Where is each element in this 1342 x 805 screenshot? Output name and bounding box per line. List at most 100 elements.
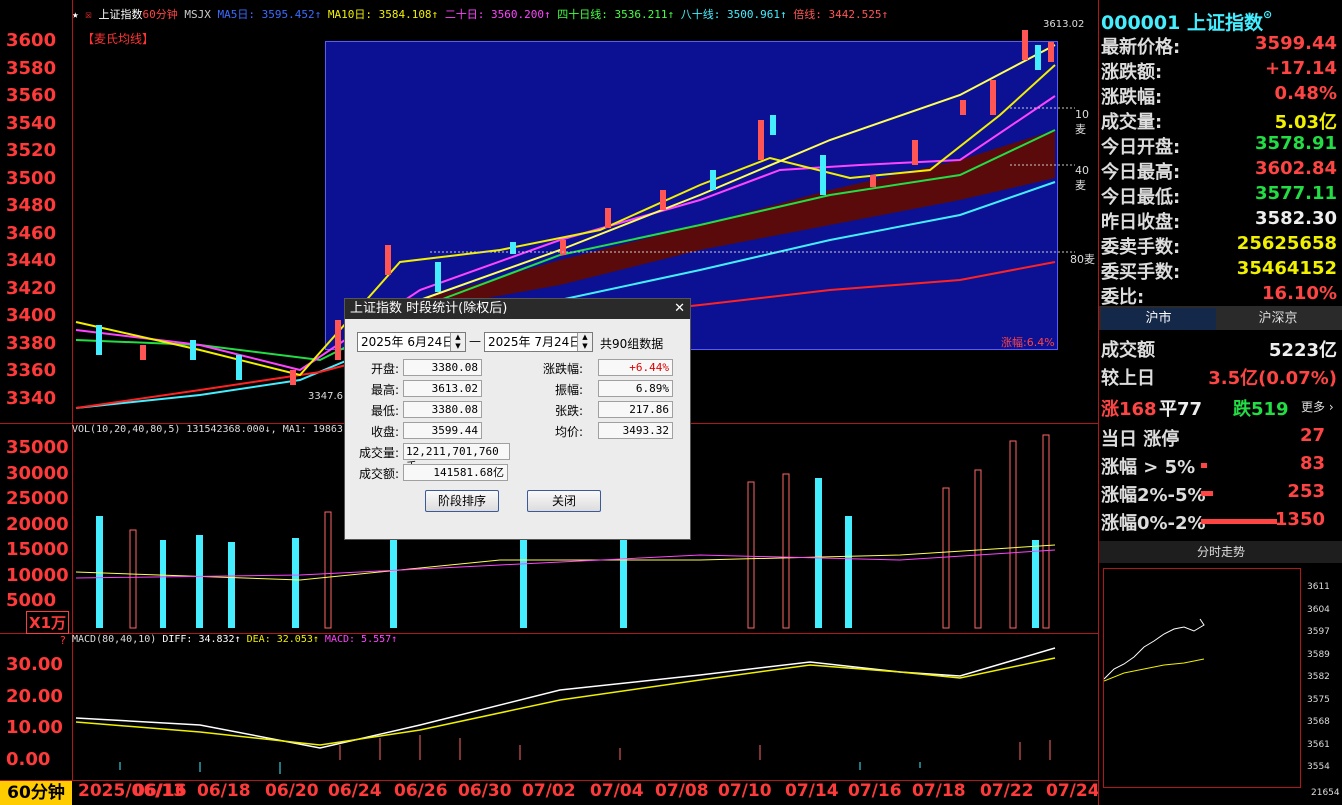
quote-sidebar: 000001 上证指数⊙ 最新价格: 3599.44 涨跌额: +17.14 涨跌幅: 0…: [1098, 0, 1342, 805]
x-axis-tick: 06/20: [265, 781, 319, 801]
period-badge[interactable]: 60分钟: [0, 781, 72, 805]
volume-unit: X1万: [26, 611, 70, 634]
quote-label: 涨跌幅:: [1101, 87, 1163, 108]
quote-row: 今日开盘: 3578.91: [1101, 133, 1337, 158]
sidebar-title: 000001 上证指数⊙: [1101, 8, 1272, 35]
macd-y-tick: 10.00: [6, 717, 63, 738]
date-from-field[interactable]: 2025年 6月24日 ▲ ▼: [357, 332, 466, 352]
quote-row: 涨跌幅: 0.48%: [1101, 83, 1337, 108]
tab-all-markets[interactable]: 沪深京: [1219, 308, 1337, 330]
stat-value: 217.86: [598, 401, 673, 418]
breadth-summary: 涨1684 平77 跌519 更多 ›: [1101, 395, 1337, 420]
breadth-label: 涨幅 > 5%: [1101, 457, 1196, 478]
quote-value: 0.48%: [1274, 83, 1337, 104]
more-label: 更多: [1301, 400, 1326, 414]
stat-label: 涨跌幅:: [543, 362, 584, 376]
quote-value: 5.03亿: [1274, 112, 1337, 133]
ma10-tag: 10麦: [1075, 108, 1089, 136]
date-to-spinner[interactable]: ▲ ▼: [577, 333, 592, 351]
close-button[interactable]: 关闭: [527, 490, 601, 512]
breadth-row: 涨幅2%-5% 253: [1101, 481, 1337, 506]
data-count: 共90组数据: [600, 337, 664, 351]
turnover-label: 成交额: [1101, 340, 1155, 361]
quote-label: 涨跌额:: [1101, 62, 1163, 83]
breadth-value: 27: [1299, 425, 1325, 446]
volume-y-tick: 10000: [6, 564, 69, 586]
price-y-tick: 3560: [6, 85, 57, 106]
quote-label: 今日最高:: [1101, 162, 1181, 183]
intraday-svg: [1103, 618, 1205, 682]
amount-label: 成交额:: [359, 467, 400, 481]
info-icon[interactable]: ⊙: [1263, 8, 1272, 21]
quote-row: 成交量: 5.03亿: [1101, 108, 1337, 133]
stat-label: 最高:: [371, 383, 400, 397]
rank-button[interactable]: 阶段排序: [425, 490, 499, 512]
intraday-y-tick: 3604: [1307, 604, 1330, 615]
quote-row: 涨跌额: +17.14: [1101, 58, 1337, 83]
quote-label: 最新价格:: [1101, 37, 1181, 58]
price-y-tick: 3480: [6, 195, 57, 216]
x-axis-tick: 07/18: [912, 781, 966, 801]
macd-dea: DEA: 32.053↑: [246, 634, 319, 645]
macd-help-icon[interactable]: ?: [60, 634, 66, 647]
x-axis-tick: 06/24: [328, 781, 382, 801]
stat-value: 3380.08: [403, 359, 482, 376]
stat-value: 6.89%: [598, 380, 673, 397]
stat-label: 开盘:: [371, 362, 400, 376]
x-axis-tick: 07/24: [1046, 781, 1100, 801]
flat-count: 平77: [1159, 399, 1203, 420]
date-dash: —: [469, 334, 481, 348]
macd-diff: DIFF: 34.832↑: [162, 634, 241, 645]
breadth-bar: [1201, 519, 1277, 524]
price-y-tick: 3460: [6, 222, 57, 244]
price-y-tick: 3520: [6, 140, 57, 161]
up-count: 涨1684: [1101, 399, 1157, 420]
x-axis-tick: 07/08: [655, 781, 709, 801]
breadth-row: 涨幅 > 5% 83: [1101, 453, 1337, 478]
date-from-text: 2025年 6月24日: [361, 335, 455, 349]
stat-label: 收盘:: [371, 425, 400, 439]
breadth-bar: [1201, 463, 1207, 468]
diff-line: [75, 647, 1056, 749]
intraday-y-tick: 3561: [1307, 739, 1330, 750]
turnover-row: 成交额 5223亿: [1101, 336, 1337, 361]
breadth-label: 当日 涨停: [1101, 429, 1180, 450]
tab-shanghai[interactable]: 沪市: [1101, 308, 1216, 330]
macd-y-tick: 20.00: [6, 685, 63, 707]
volume-y-tick: 5000: [6, 590, 57, 611]
turnover-value: 5223亿: [1268, 340, 1337, 361]
quote-row: 委比: 16.10%: [1101, 283, 1337, 308]
x-axis-tick: 06/26: [394, 781, 448, 801]
quote-value: 3582.30: [1255, 208, 1337, 229]
breadth-value: 253: [1287, 481, 1325, 502]
stat-value: +6.44%: [598, 359, 673, 376]
breadth-value: 83: [1299, 453, 1325, 474]
price-y-tick: 3600: [6, 30, 57, 51]
more-link[interactable]: 更多 ›: [1301, 398, 1334, 415]
quote-value: 3577.11: [1255, 183, 1337, 204]
dialog-titlebar[interactable]: 上证指数 时段统计(除权后) ✕: [345, 299, 690, 319]
volume-y-tick: 15000: [6, 539, 69, 560]
intraday-avg-line: [1103, 658, 1205, 682]
close-icon[interactable]: ✕: [674, 299, 685, 319]
x-axis-tick: 07/04: [590, 781, 644, 801]
intraday-bottom: 21654: [1311, 788, 1340, 798]
x-axis-tick: 07/14: [785, 781, 839, 801]
date-from-spinner[interactable]: ▲ ▼: [450, 333, 465, 351]
intraday-y-tick: 3582: [1307, 672, 1330, 682]
high-marker: 3613.02: [1043, 19, 1085, 30]
breadth-label: 涨幅0%-2%: [1101, 513, 1206, 534]
quote-row: 委卖手数: 25625658: [1101, 233, 1337, 258]
vs-prev-row: 较上日 3.5亿(0.07%): [1101, 364, 1337, 389]
date-to-field[interactable]: 2025年 7月24日 ▲ ▼: [484, 332, 593, 352]
macd-histogram-neg: [119, 762, 921, 774]
stat-value: 3599.44: [403, 422, 482, 439]
intraday-y-tick: 3554: [1307, 762, 1330, 772]
dialog-title: 上证指数 时段统计(除权后): [350, 301, 508, 316]
intraday-chart[interactable]: [1103, 568, 1301, 788]
price-y-tick: 3500: [6, 167, 57, 189]
vol-ma-line: [75, 544, 1056, 581]
intraday-title[interactable]: 分时走势: [1099, 541, 1342, 563]
breadth-label: 涨幅2%-5%: [1101, 485, 1206, 506]
range-percent: 涨幅:6.4%: [1001, 336, 1055, 349]
